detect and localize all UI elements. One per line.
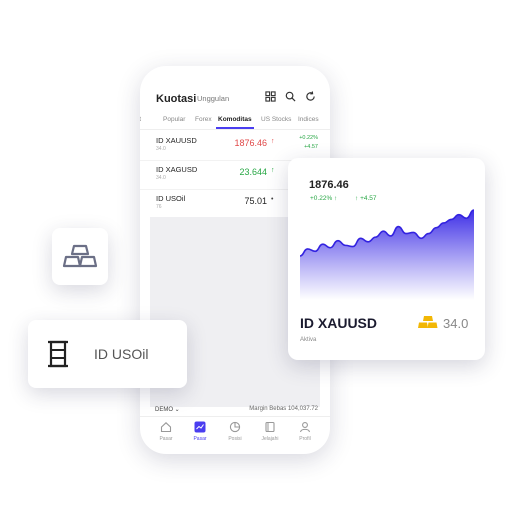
chevron-down-icon: ⌄ [174, 407, 180, 413]
quote-symbol: ID XAUUSD [156, 136, 197, 145]
quote-sub: 34.0 [156, 146, 166, 152]
price-chart-card[interactable]: 1876.46 +0.22% ↑ ↑ +4.57 ID XAUUSD Aktiv… [288, 158, 485, 360]
nav-label: Profil [299, 436, 311, 442]
chart-change-pct: +0.22% ↑ [310, 195, 337, 202]
home-icon [160, 422, 172, 433]
nav-market[interactable]: Pasar [182, 421, 218, 442]
user-icon [299, 422, 311, 433]
change-abs-value: +4.57 [360, 195, 377, 202]
change-pct-value: +0.22% [310, 195, 333, 202]
grid-icon[interactable] [265, 91, 276, 102]
tab-st[interactable]: st [140, 116, 141, 123]
quote-symbol: ID XAGUSD [156, 165, 198, 174]
nav-explore[interactable]: Jelajahi [252, 421, 288, 442]
free-margin: Margin Bebas 104,037.72 [249, 406, 318, 412]
tab-indices[interactable]: Indices [298, 116, 319, 123]
tab-forex[interactable]: Forex [195, 116, 212, 123]
account-label: DEMO [155, 407, 173, 413]
gold-bars-icon [418, 316, 438, 328]
oil-symbol-label: ID USOil [94, 346, 149, 362]
oil-instrument-card[interactable]: ID USOil [28, 320, 187, 388]
gold-bars-outline-icon [62, 244, 98, 268]
nav-positions[interactable]: Posisi [217, 421, 253, 442]
gold-icon-card[interactable] [52, 228, 108, 285]
active-tab-indicator [216, 127, 254, 129]
barrel-icon [48, 340, 68, 368]
nav-home[interactable]: Pasar [148, 421, 184, 442]
quote-price: 23.644 [239, 167, 267, 177]
nav-label: Jelajahi [261, 436, 279, 442]
chart-price: 1876.46 [309, 179, 349, 191]
nav-profile[interactable]: Profil [287, 421, 323, 442]
arrow-up-icon: ↑ [355, 195, 359, 202]
price-sparkline [300, 209, 474, 300]
chart-sub-label: Aktiva [300, 337, 317, 343]
quote-symbol: ID USOil [156, 194, 186, 203]
sparkline-area [300, 210, 474, 300]
quote-price: 1876.46 [234, 138, 267, 148]
quote-sub: 76 [156, 204, 162, 210]
arrow-up-icon: ↑ [334, 195, 338, 202]
quote-change-abs: +4.57 [304, 144, 318, 150]
tab-popular[interactable]: Popular [163, 116, 185, 123]
chart-change-abs: ↑ +4.57 [355, 195, 377, 202]
tab-komoditas[interactable]: Komoditas [218, 116, 252, 123]
page-subtitle[interactable]: Unggulan [197, 94, 229, 103]
quote-sub: 34.0 [156, 175, 166, 181]
pie-icon [229, 421, 241, 433]
page-title: Kuotasi [156, 93, 197, 105]
bottom-nav: Pasar Pasar Posisi Jelajahi Profil [140, 416, 330, 454]
chart-icon [194, 421, 206, 433]
category-tabs: st Popular Forex Komoditas US Stocks Ind… [140, 115, 330, 130]
tab-us-stocks[interactable]: US Stocks [261, 116, 291, 123]
account-status-bar: DEMO ⌄ Margin Bebas 104,037.72 [140, 404, 330, 416]
nav-label: Pasar [193, 436, 207, 442]
search-icon[interactable] [285, 91, 296, 102]
quote-change-pct: +0.22% [299, 135, 318, 141]
chart-symbol: ID XAUUSD [300, 315, 378, 331]
arrow-up-icon: ↑ [271, 167, 275, 174]
nav-label: Pasar [159, 436, 173, 442]
refresh-icon[interactable] [305, 91, 316, 102]
nav-label: Posisi [228, 436, 242, 442]
quote-row-xauusd[interactable]: ID XAUUSD 34.0 1876.46 ↑ +0.22% +4.57 [140, 131, 330, 161]
book-icon [265, 421, 275, 433]
account-selector[interactable]: DEMO ⌄ [155, 406, 180, 413]
arrow-up-icon: ↑ [271, 138, 275, 145]
quote-price: 75.01 [244, 196, 267, 206]
dot-icon: • [271, 196, 274, 203]
chart-value: 34.0 [443, 316, 469, 331]
